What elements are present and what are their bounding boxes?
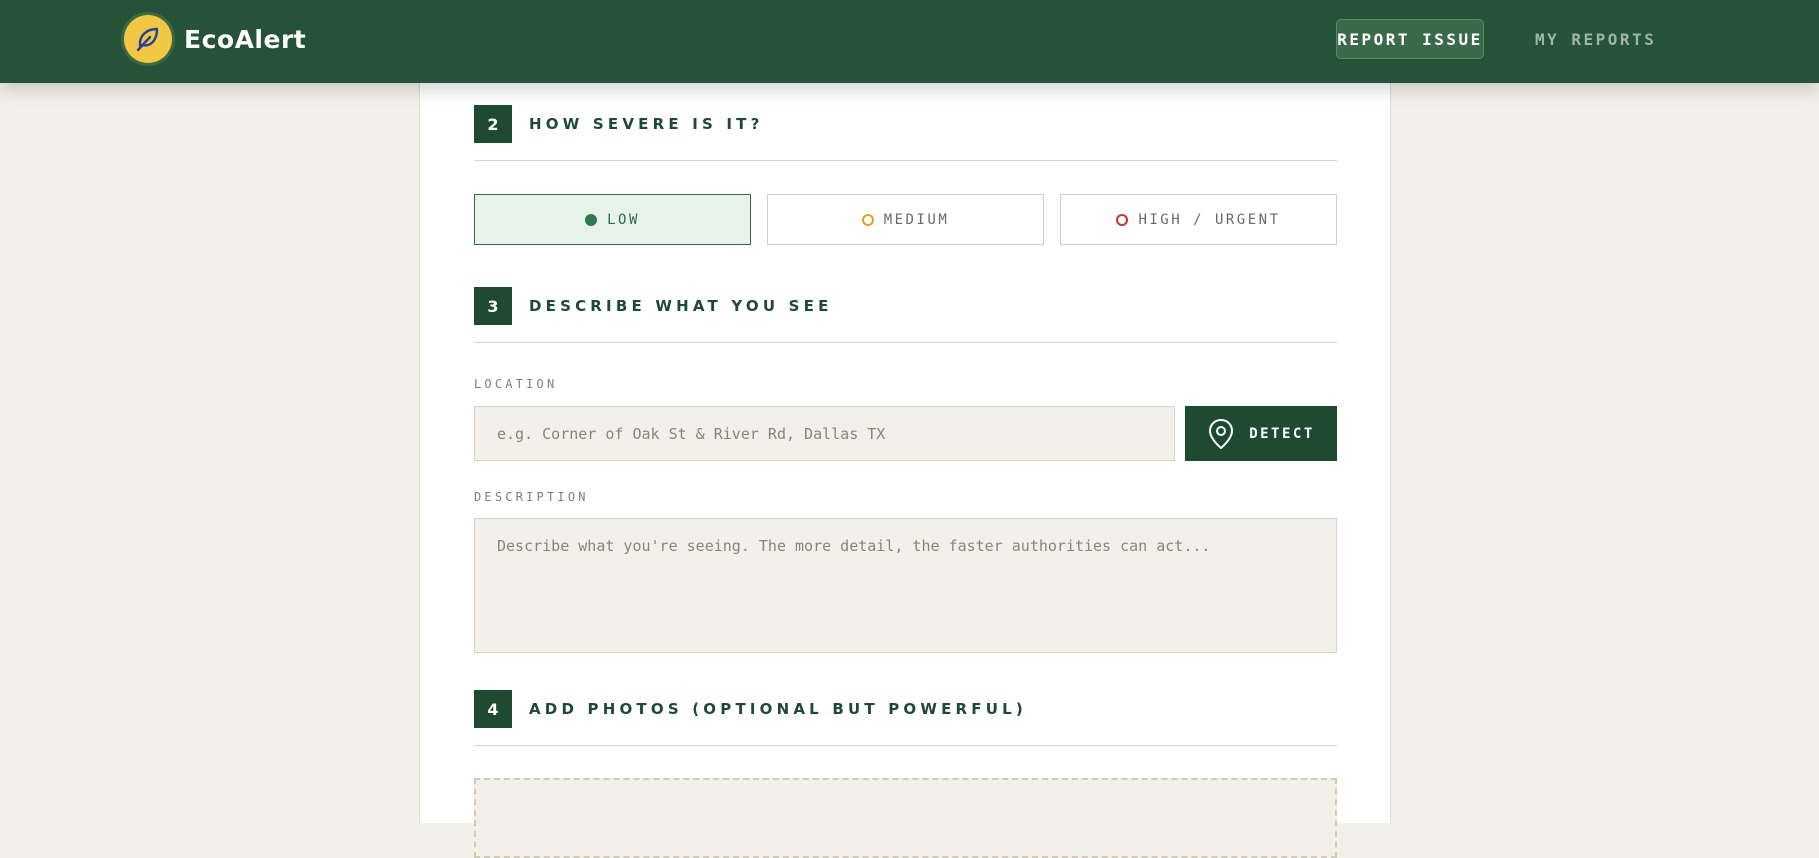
section-title: DESCRIBE WHAT YOU SEE (529, 297, 833, 315)
section-divider (474, 342, 1337, 343)
my-reports-link[interactable]: MY REPORTS (1535, 19, 1656, 59)
section-photos-header: 4 ADD PHOTOS (OPTIONAL BUT POWERFUL) (474, 690, 1027, 728)
section-divider (474, 160, 1337, 161)
photo-dropzone[interactable] (474, 778, 1337, 858)
severity-option-high[interactable]: HIGH / URGENT (1060, 194, 1337, 245)
detect-location-button[interactable]: DETECT (1185, 406, 1337, 461)
map-pin-icon (1209, 418, 1234, 449)
severity-label: MEDIUM (883, 211, 950, 228)
severity-label: HIGH / URGENT (1138, 211, 1281, 228)
location-label: LOCATION (474, 377, 558, 391)
radio-filled-icon (585, 213, 598, 226)
report-issue-button[interactable]: REPORT ISSUE (1336, 19, 1484, 59)
step-badge: 3 (474, 287, 512, 325)
leaf-icon (124, 15, 172, 63)
brand[interactable]: EcoAlert (124, 15, 306, 63)
radio-empty-icon (861, 213, 874, 226)
location-input[interactable] (474, 406, 1175, 461)
top-navbar: EcoAlert REPORT ISSUE MY REPORTS (0, 0, 1819, 83)
description-label: DESCRIPTION (474, 490, 589, 504)
section-severity-header: 2 HOW SEVERE IS IT? (474, 105, 764, 143)
brand-name: EcoAlert (184, 24, 307, 54)
section-describe-header: 3 DESCRIBE WHAT YOU SEE (474, 287, 833, 325)
severity-option-medium[interactable]: MEDIUM (767, 194, 1044, 245)
severity-option-low[interactable]: LOW (474, 194, 751, 245)
section-title: ADD PHOTOS (OPTIONAL BUT POWERFUL) (529, 700, 1027, 718)
severity-label: LOW (607, 211, 640, 228)
detect-label: DETECT (1249, 425, 1315, 442)
step-badge: 2 (474, 105, 512, 143)
description-textarea[interactable] (474, 518, 1337, 653)
section-title: HOW SEVERE IS IT? (529, 115, 764, 133)
step-badge: 4 (474, 690, 512, 728)
section-divider (474, 745, 1337, 746)
radio-empty-icon (1116, 213, 1129, 226)
